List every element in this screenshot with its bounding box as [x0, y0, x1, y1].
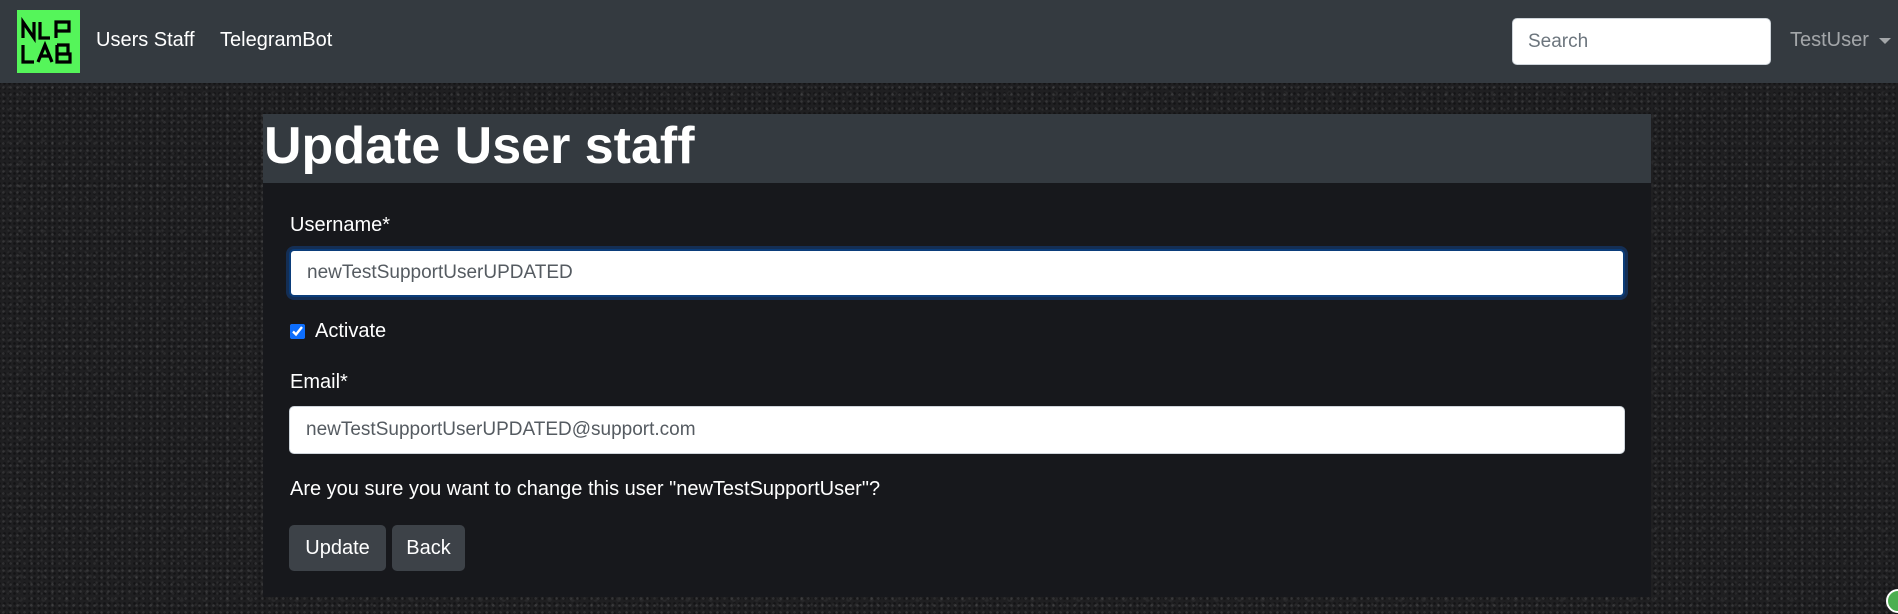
update-user-card: Update User staff Username* Activate Ema… [263, 114, 1651, 597]
brand-logo[interactable] [17, 10, 80, 73]
back-button[interactable]: Back [392, 525, 465, 571]
card-header: Update User staff [263, 114, 1651, 183]
page-title: Update User staff [264, 117, 695, 175]
user-menu-dropdown[interactable]: TestUser [1790, 29, 1891, 52]
username-field[interactable] [289, 249, 1625, 297]
nav-link-users-staff[interactable]: Users Staff [96, 29, 195, 52]
search-input[interactable] [1512, 18, 1771, 65]
top-navbar: Users Staff TelegramBot TestUser [0, 0, 1898, 83]
user-menu-label: TestUser [1790, 29, 1869, 51]
activate-label[interactable]: Activate [315, 320, 386, 343]
email-field[interactable] [289, 406, 1625, 454]
email-label: Email* [290, 371, 348, 393]
nlp-lab-logo-icon [21, 16, 72, 64]
update-button[interactable]: Update [289, 525, 386, 571]
caret-down-icon [1878, 37, 1891, 44]
username-label: Username* [290, 214, 391, 236]
activate-checkbox[interactable] [290, 324, 305, 339]
nav-link-telegram-bot[interactable]: TelegramBot [220, 29, 332, 52]
confirmation-text: Are you sure you want to change this use… [290, 478, 881, 500]
corner-widget-icon[interactable] [1886, 589, 1898, 613]
activate-row: Activate [290, 320, 386, 343]
